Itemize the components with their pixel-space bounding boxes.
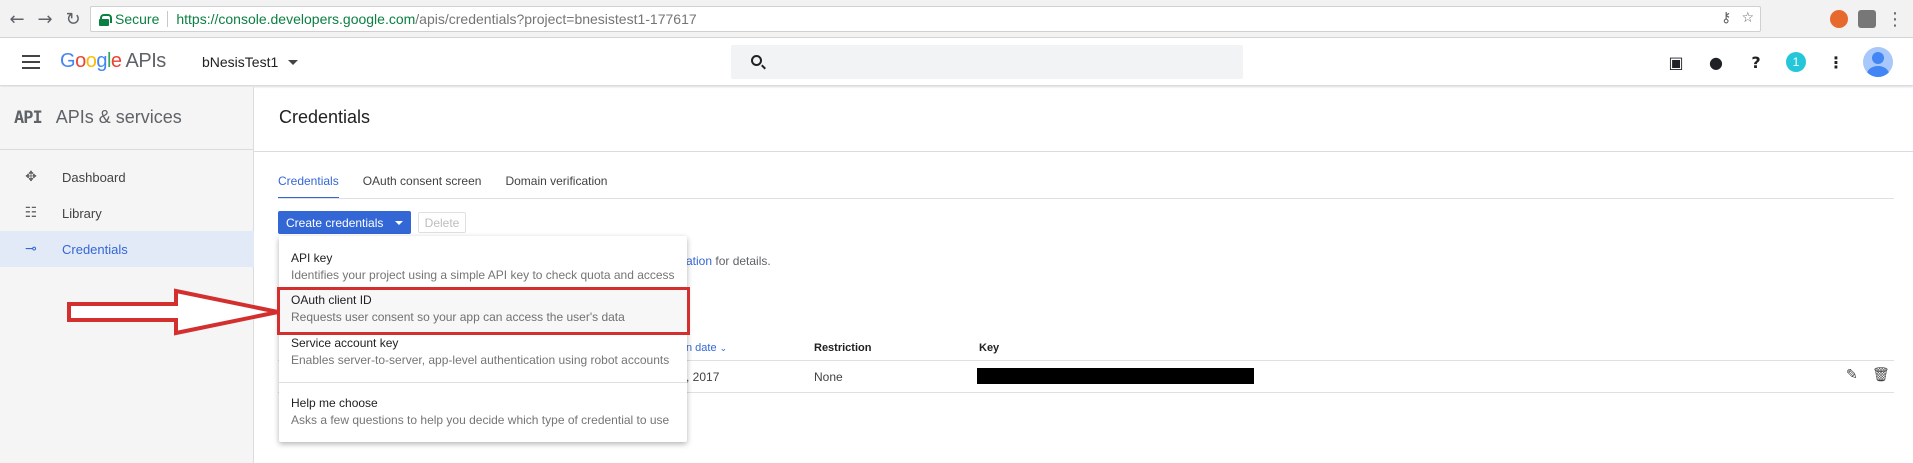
- sort-arrow-icon: ⌄: [719, 344, 728, 354]
- tabs-divider: [278, 198, 1894, 199]
- tab-oauth-consent-screen[interactable]: OAuth consent screen: [363, 174, 482, 199]
- info-suffix: for details.: [712, 254, 771, 268]
- bookmark-star-icon[interactable]: ☆: [1741, 10, 1754, 26]
- create-credentials-label: Create credentials: [286, 215, 384, 230]
- dashboard-icon: ✥: [25, 169, 37, 185]
- sidebar-title-text: APIs & services: [55, 107, 182, 127]
- sidebar: API APIs & services ✥ Dashboard ☷ Librar…: [0, 87, 254, 463]
- url-host: https://console.developers.google.com: [176, 11, 416, 27]
- menu-item-help-me-choose[interactable]: Help me choose Asks a few questions to h…: [291, 396, 669, 427]
- browser-menu-icon[interactable]: ⋮: [1884, 8, 1906, 30]
- more-options-icon[interactable]: ⋮: [1823, 47, 1849, 77]
- search-icon: [751, 55, 762, 66]
- library-icon: ☷: [24, 205, 38, 221]
- omnibox-separator: [167, 11, 169, 27]
- address-bar[interactable]: Secure https://console.developers.google…: [90, 6, 1761, 32]
- chevron-down-icon: [288, 59, 299, 65]
- tab-credentials[interactable]: Credentials: [278, 174, 339, 199]
- menu-item-description: Identifies your project using a simple A…: [291, 268, 675, 282]
- project-name: bNesisTest1: [202, 54, 279, 70]
- forward-icon[interactable]: →: [34, 8, 56, 30]
- menu-item-title: API key: [291, 251, 333, 265]
- logo-apis-text: APIs: [125, 50, 167, 72]
- create-credentials-menu: API key Identifies your project using a …: [279, 236, 687, 442]
- tab-domain-verification[interactable]: Domain verification: [505, 174, 607, 199]
- sidebar-divider: [0, 149, 254, 150]
- row-creation-date: , 2017: [686, 370, 720, 384]
- redacted-key-value: [977, 368, 1254, 384]
- url-path: /apis/credentials?project=bnesistest1-17…: [415, 11, 697, 27]
- delete-button[interactable]: Delete: [418, 212, 466, 233]
- lock-icon: [99, 13, 112, 26]
- menu-item-description: Asks a few questions to help you decide …: [291, 413, 670, 427]
- sidebar-item-label: Library: [62, 205, 102, 221]
- menu-divider: [279, 382, 687, 383]
- documentation-link[interactable]: ation: [686, 254, 712, 268]
- sidebar-item-credentials[interactable]: ⊸ Credentials: [0, 231, 254, 267]
- reload-icon[interactable]: ↻: [62, 8, 84, 30]
- gift-icon[interactable]: ▣: [1663, 47, 1689, 77]
- page-title: Credentials: [279, 107, 371, 127]
- sidebar-item-library[interactable]: ☷ Library: [0, 195, 254, 231]
- secure-indicator[interactable]: Secure: [99, 11, 159, 27]
- column-header-key: Key: [979, 342, 1000, 354]
- avatar[interactable]: [1863, 47, 1893, 77]
- menu-item-description: Enables server-to-server, app-level auth…: [291, 353, 670, 367]
- tab-bar: Credentials OAuth consent screen Domain …: [278, 174, 607, 199]
- sidebar-item-label: Dashboard: [62, 169, 126, 185]
- browser-toolbar: ← → ↻ Secure https://console.developers.…: [0, 0, 1913, 38]
- info-text: ation for details.: [686, 254, 771, 268]
- row-restriction: None: [814, 370, 843, 384]
- menu-item-service-account-key[interactable]: Service account key Enables server-to-se…: [291, 336, 669, 367]
- menu-item-title: Help me choose: [291, 396, 378, 410]
- column-header-creation-date[interactable]: n date ⌄: [686, 342, 727, 354]
- notification-badge: 1: [1786, 52, 1806, 72]
- extension-icon[interactable]: [1858, 10, 1876, 28]
- menu-item-api-key[interactable]: API key Identifies your project using a …: [291, 251, 675, 282]
- google-apis-logo[interactable]: Google APIs: [60, 50, 166, 73]
- extension-icon[interactable]: [1830, 10, 1848, 28]
- create-credentials-button[interactable]: Create credentials: [278, 211, 411, 234]
- key-icon[interactable]: ⚷: [1721, 10, 1731, 26]
- menu-item-title: Service account key: [291, 336, 399, 350]
- menu-icon[interactable]: [22, 55, 40, 69]
- key-icon: ⊸: [25, 241, 37, 257]
- title-divider: [254, 151, 1913, 152]
- sidebar-title: API APIs & services: [14, 107, 182, 128]
- highlight-box: [277, 287, 690, 335]
- chevron-down-icon: [395, 220, 404, 225]
- feedback-icon[interactable]: ●: [1703, 47, 1729, 77]
- annotation-arrow-icon: [67, 288, 279, 336]
- sidebar-item-dashboard[interactable]: ✥ Dashboard: [0, 159, 254, 195]
- app-header: Google APIs bNesisTest1 ▣ ● ? 1 ⋮: [0, 38, 1913, 86]
- sidebar-item-label: Credentials: [62, 241, 128, 257]
- secure-label: Secure: [115, 11, 160, 27]
- notifications-button[interactable]: 1: [1783, 47, 1809, 77]
- search-input[interactable]: [731, 45, 1243, 79]
- api-icon: API: [14, 107, 43, 128]
- project-selector[interactable]: bNesisTest1: [202, 54, 299, 70]
- column-header-restriction: Restriction: [814, 342, 872, 354]
- back-icon[interactable]: ←: [6, 8, 28, 30]
- edit-icon[interactable]: ✎: [1846, 367, 1858, 383]
- help-icon[interactable]: ?: [1743, 47, 1769, 77]
- delete-icon[interactable]: 🗑: [1872, 367, 1890, 383]
